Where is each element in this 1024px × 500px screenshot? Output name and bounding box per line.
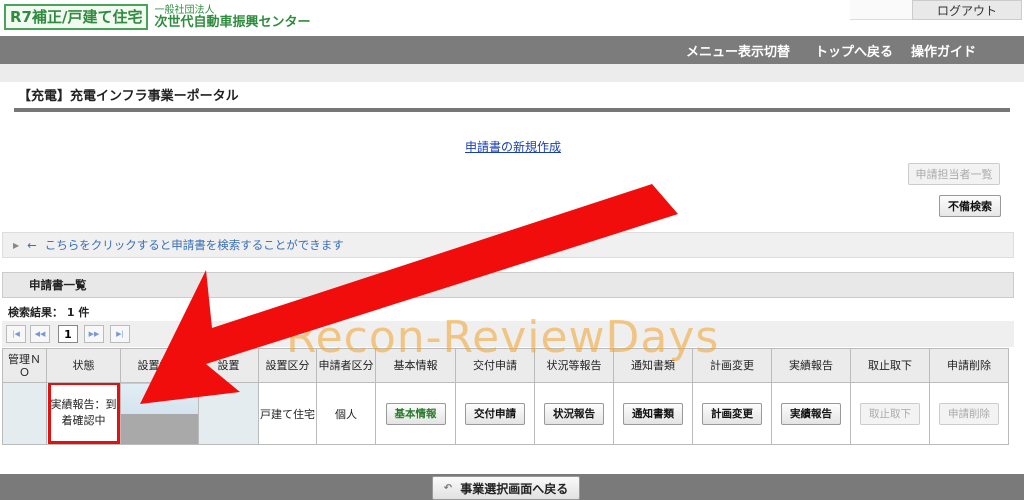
cell-grant: 交付申請 (455, 382, 535, 445)
nav-guide[interactable]: 操作ガイド (911, 41, 976, 60)
header-spacer (850, 0, 912, 20)
status-highlight: 実績報告：到着確認中 (47, 382, 120, 444)
back-button-label: 事業選択画面へ戻る (460, 481, 569, 496)
table-row: 実績報告：到着確認中 戸建て住宅 個人 基本情報 交付申請 状況報告 通知書類 … (2, 382, 1009, 445)
col-header: 設置区分 (258, 348, 317, 383)
col-header: 状況等報告 (534, 348, 614, 383)
col-header: 管理ＮＯ (2, 348, 47, 383)
col-header: 通知書類 (613, 348, 693, 383)
cell-setup-type: 戸建て住宅 (258, 382, 317, 445)
back-arrow-icon: ↶ (443, 482, 453, 494)
logo-org-big: 次世代自動車振興センター (154, 15, 311, 30)
cell-delete: 申請削除 (929, 382, 1009, 445)
cell-location (120, 382, 199, 445)
cell-management-no (2, 382, 47, 445)
expand-triangle-icon: ▶ (13, 240, 20, 250)
col-header: 設置 (198, 348, 259, 383)
cell-status: 実績報告：到着確認中 (46, 382, 121, 445)
basic-info-button[interactable]: 基本情報 (385, 402, 446, 425)
plan-change-button[interactable]: 計画変更 (702, 402, 762, 425)
back-to-business-select-button[interactable]: ↶ 事業選択画面へ戻る (432, 476, 580, 500)
next-page-icon[interactable]: ▶▶ (84, 325, 104, 343)
notice-documents-button[interactable]: 通知書類 (623, 402, 683, 425)
col-header: 申請者区分 (316, 348, 376, 383)
logout-button[interactable]: ログアウト (912, 0, 1022, 20)
main-nav: メニュー表示切替 トップへ戻る 操作ガイド (0, 36, 1024, 64)
top-header: R7補正/戸建て住宅 一般社団法人 次世代自動車振興センター ログアウト (0, 0, 1024, 36)
col-header: 設置場所 (120, 348, 199, 383)
last-page-icon[interactable]: ▶| (110, 325, 130, 343)
cell-setup (198, 382, 259, 445)
result-count: 検索結果： 1 件 (8, 306, 90, 319)
cell-result: 実績報告 (771, 382, 851, 445)
table-header-row: 管理ＮＯ 状態 設置場所 設置 設置区分 申請者区分 基本情報 交付申請 状況等… (2, 348, 1009, 383)
logo-main-text: R7補正/戸建て住宅 (4, 4, 149, 30)
col-header: 実績報告 (771, 348, 851, 383)
prev-page-icon[interactable]: ◀◀ (30, 325, 50, 343)
col-header: 取止取下 (850, 348, 930, 383)
col-header: 状態 (46, 348, 121, 383)
cancel-withdraw-button[interactable]: 取止取下 (860, 402, 920, 425)
col-header: 基本情報 (375, 348, 456, 383)
result-report-button[interactable]: 実績報告 (781, 402, 841, 425)
defect-search-button[interactable]: 不備検索 (939, 195, 1001, 217)
grant-application-button[interactable]: 交付申請 (465, 402, 525, 425)
logo-org: 一般社団法人 次世代自動車振興センター (154, 5, 310, 29)
section-title: 申請書一覧 (2, 272, 1014, 298)
title-divider (14, 108, 1010, 112)
nav-top[interactable]: トップへ戻る (815, 41, 893, 60)
page-title: 【充電】充電インフラ事業ーポータル (18, 89, 239, 104)
status-report-button[interactable]: 状況報告 (544, 402, 604, 425)
cell-plan: 計画変更 (692, 382, 772, 445)
cell-status-report: 状況報告 (534, 382, 614, 445)
sub-band (0, 64, 1024, 82)
col-header: 交付申請 (455, 348, 535, 383)
current-page[interactable]: 1 (58, 325, 78, 343)
delete-application-button[interactable]: 申請削除 (939, 402, 999, 425)
first-page-icon[interactable]: |◀ (6, 325, 26, 343)
cell-applicant-type: 個人 (316, 382, 376, 445)
search-toggle-bar[interactable]: ▶ ← こちらをクリックすると申請書を検索することができます (2, 232, 1014, 258)
col-header: 計画変更 (692, 348, 772, 383)
arrow-left-icon: ← (27, 238, 37, 252)
site-logo[interactable]: R7補正/戸建て住宅 一般社団法人 次世代自動車振興センター (4, 3, 310, 31)
pagination: |◀ ◀◀ 1 ▶▶ ▶| (2, 321, 1014, 347)
new-application-link[interactable]: 申請書の新規作成 (465, 138, 561, 155)
cell-notice: 通知書類 (613, 382, 693, 445)
nav-menu-toggle[interactable]: メニュー表示切替 (686, 41, 790, 60)
cell-cancel: 取止取下 (850, 382, 930, 445)
search-toggle-text: こちらをクリックすると申請書を検索することができます (44, 238, 344, 252)
col-header: 申請削除 (929, 348, 1009, 383)
cell-basic: 基本情報 (375, 382, 456, 445)
applicant-list-button[interactable]: 申請担当者一覧 (908, 163, 1000, 185)
application-table: 管理ＮＯ 状態 設置場所 設置 設置区分 申請者区分 基本情報 交付申請 状況等… (2, 348, 1009, 445)
